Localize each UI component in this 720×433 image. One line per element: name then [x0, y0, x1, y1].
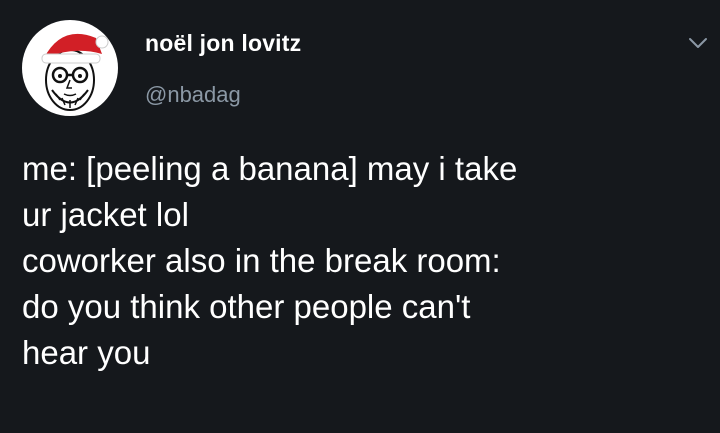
tweet-text-line: ur jacket lol [22, 196, 189, 233]
tweet-text-line: do you think other people can't [22, 288, 471, 325]
avatar-illustration-icon [41, 33, 109, 111]
tweet-text-line: coworker also in the break room: [22, 242, 501, 279]
tweet-card: noël jon lovitz @nbadag me: [peeling a b… [0, 0, 720, 433]
author-handle[interactable]: @nbadag [145, 82, 241, 108]
chevron-down-icon[interactable] [688, 36, 708, 50]
tweet-text-line: me: [peeling a banana] may i take [22, 150, 518, 187]
tweet-text: me: [peeling a banana] may i take ur jac… [22, 146, 712, 376]
author-name[interactable]: noël jon lovitz [145, 30, 301, 57]
tweet-text-line: hear you [22, 334, 151, 371]
avatar[interactable] [22, 20, 118, 116]
